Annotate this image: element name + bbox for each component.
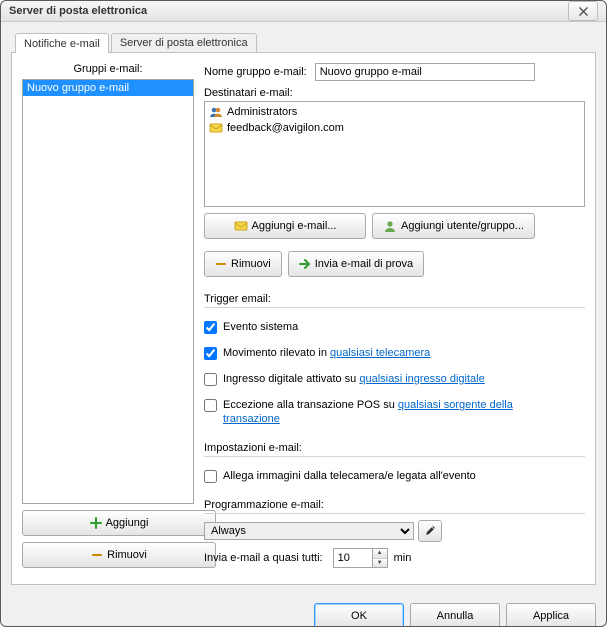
left-column: Gruppi e-mail: Nuovo gruppo e-mail Aggiu… (22, 63, 194, 574)
groups-list[interactable]: Nuovo gruppo e-mail (22, 79, 194, 504)
schedule-select[interactable]: Always (204, 522, 414, 540)
recipients-list[interactable]: Administrators feedback@avigilon.com (204, 101, 585, 207)
add-group-button[interactable]: Aggiungi (22, 510, 216, 536)
add-user-label: Aggiungi utente/gruppo... (401, 220, 524, 232)
titlebar: Server di posta elettronica (1, 1, 606, 22)
group-name-label: Nome gruppo e-mail: (204, 66, 307, 78)
schedule-label: Programmazione e-mail: (204, 499, 585, 511)
add-user-button[interactable]: Aggiungi utente/gruppo... (372, 213, 535, 239)
recipients-label: Destinatari e-mail: (204, 87, 293, 99)
add-email-button[interactable]: Aggiungi e-mail... (204, 213, 366, 239)
list-item[interactable]: Administrators (207, 104, 582, 120)
trigger-system-label: Evento sistema (223, 320, 298, 334)
ok-button[interactable]: OK (314, 603, 404, 627)
attach-images-row: Allega immagini dalla telecamera/e legat… (204, 469, 585, 483)
send-test-button[interactable]: Invia e-mail di prova (288, 251, 424, 277)
cancel-button[interactable]: Annulla (410, 603, 500, 627)
trigger-pos-row: Eccezione alla transazione POS su qualsi… (204, 398, 585, 426)
mail-icon (209, 121, 223, 135)
recipient-text: Administrators (227, 104, 297, 120)
trigger-pos-prefix: Eccezione alla transazione POS su (223, 399, 398, 411)
dialog-footer: OK Annulla Applica (1, 595, 606, 627)
add-group-label: Aggiungi (106, 517, 149, 529)
schedule-row: Always (204, 520, 585, 542)
throttle-spinner[interactable]: ▲ ▼ (333, 548, 388, 568)
remove-group-button[interactable]: Rimuovi (22, 542, 216, 568)
name-row: Nome gruppo e-mail: (204, 63, 585, 81)
groups-label: Gruppi e-mail: (22, 63, 194, 75)
throttle-input[interactable] (334, 549, 372, 567)
remove-group-label: Rimuovi (107, 549, 147, 561)
close-button[interactable] (568, 1, 598, 21)
trigger-motion-prefix: Movimento rilevato in (223, 347, 330, 359)
spinner-down[interactable]: ▼ (373, 559, 387, 568)
trigger-digital-row: Ingresso digitale attivato su qualsiasi … (204, 372, 585, 386)
tab-server[interactable]: Server di posta elettronica (111, 33, 257, 52)
trigger-pos-checkbox[interactable] (204, 399, 217, 412)
trigger-pos-text: Eccezione alla transazione POS su qualsi… (223, 398, 543, 426)
minus-icon (91, 549, 103, 561)
tab-notifications[interactable]: Notifiche e-mail (15, 33, 109, 53)
apply-button[interactable]: Applica (506, 603, 596, 627)
mail-icon (234, 219, 248, 233)
attach-images-checkbox[interactable] (204, 470, 217, 483)
spinner-up[interactable]: ▲ (373, 549, 387, 559)
trigger-system-row: Evento sistema (204, 320, 585, 334)
arrow-right-icon (299, 258, 311, 270)
dialog-window: Server di posta elettronica Notifiche e-… (0, 0, 607, 627)
group-buttons: Aggiungi Rimuovi (22, 510, 194, 574)
recipients-buttons-2: Rimuovi Invia e-mail di prova (204, 251, 585, 277)
add-email-label: Aggiungi e-mail... (252, 220, 337, 232)
tab-panel: Gruppi e-mail: Nuovo gruppo e-mail Aggiu… (11, 52, 596, 585)
throttle-label: Invia e-mail a quasi tutti: (204, 552, 323, 564)
window-title: Server di posta elettronica (9, 5, 568, 17)
tab-strip: Notifiche e-mail Server di posta elettro… (15, 32, 596, 52)
group-icon (209, 105, 223, 119)
spinner-arrows: ▲ ▼ (372, 549, 387, 567)
throttle-unit: min (394, 552, 412, 564)
remove-recipient-button[interactable]: Rimuovi (204, 251, 282, 277)
trigger-motion-row: Movimento rilevato in qualsiasi telecame… (204, 346, 585, 360)
divider (204, 513, 585, 514)
divider (204, 307, 585, 308)
attach-images-label: Allega immagini dalla telecamera/e legat… (223, 469, 476, 483)
list-item[interactable]: feedback@avigilon.com (207, 120, 582, 136)
recipients-buttons-1: Aggiungi e-mail... Aggiungi utente/grupp… (204, 213, 585, 239)
trigger-motion-checkbox[interactable] (204, 347, 217, 360)
close-icon (579, 7, 588, 16)
recipient-text: feedback@avigilon.com (227, 120, 344, 136)
remove-recipient-label: Rimuovi (231, 258, 271, 270)
content-area: Notifiche e-mail Server di posta elettro… (1, 22, 606, 595)
trigger-system-checkbox[interactable] (204, 321, 217, 334)
edit-schedule-button[interactable] (418, 520, 442, 542)
divider (204, 456, 585, 457)
send-test-label: Invia e-mail di prova (315, 258, 413, 270)
plus-icon (90, 517, 102, 529)
pencil-icon (424, 525, 436, 537)
trigger-motion-text: Movimento rilevato in qualsiasi telecame… (223, 346, 430, 360)
list-item[interactable]: Nuovo gruppo e-mail (23, 80, 193, 96)
throttle-row: Invia e-mail a quasi tutti: ▲ ▼ min (204, 548, 585, 568)
recipients-label-row: Destinatari e-mail: (204, 87, 585, 99)
settings-label: Impostazioni e-mail: (204, 442, 585, 454)
trigger-label: Trigger email: (204, 293, 585, 305)
group-name-input[interactable] (315, 63, 535, 81)
trigger-digital-link[interactable]: qualsiasi ingresso digitale (359, 373, 484, 385)
trigger-digital-prefix: Ingresso digitale attivato su (223, 373, 359, 385)
trigger-digital-text: Ingresso digitale attivato su qualsiasi … (223, 372, 485, 386)
trigger-digital-checkbox[interactable] (204, 373, 217, 386)
minus-icon (215, 258, 227, 270)
right-column: Nome gruppo e-mail: Destinatari e-mail: … (204, 63, 585, 574)
trigger-motion-link[interactable]: qualsiasi telecamera (330, 347, 430, 359)
user-icon (383, 219, 397, 233)
